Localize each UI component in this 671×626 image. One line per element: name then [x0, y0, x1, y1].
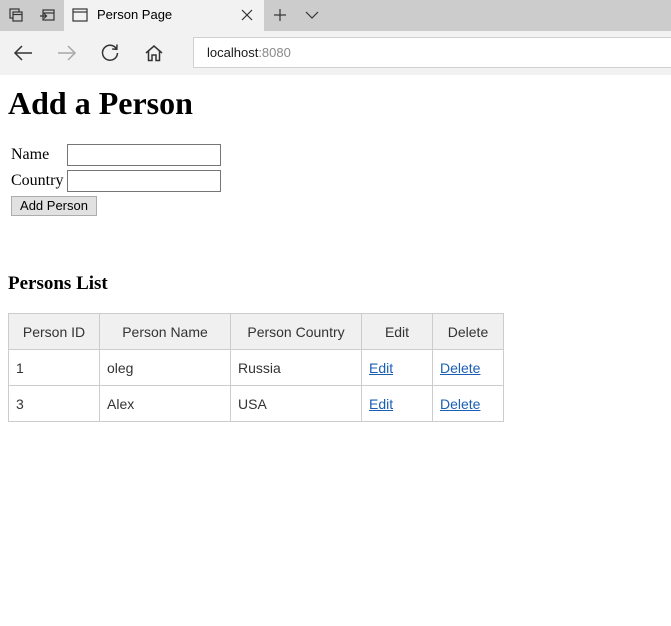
name-input[interactable]: [67, 144, 221, 166]
name-label: Name: [11, 146, 50, 163]
delete-cell: Delete: [432, 385, 504, 422]
address-port: :8080: [258, 45, 291, 60]
persons-table: Person ID Person Name Person Country Edi…: [8, 313, 504, 422]
table-header-row: Person ID Person Name Person Country Edi…: [8, 313, 504, 350]
set-aside-tabs-icon[interactable]: [37, 5, 57, 25]
add-person-button[interactable]: Add Person: [11, 196, 97, 216]
plus-icon[interactable]: [270, 5, 290, 25]
refresh-icon[interactable]: [95, 39, 125, 67]
home-icon[interactable]: [139, 39, 169, 67]
column-header-delete: Delete: [432, 313, 504, 350]
tab-title: Person Page: [97, 7, 173, 22]
close-icon[interactable]: [240, 8, 254, 27]
edit-link[interactable]: Edit: [369, 360, 393, 376]
tab-bar: Person Page: [0, 0, 671, 31]
persons-list-heading: Persons List: [8, 273, 108, 294]
column-header-person-country: Person Country: [230, 313, 362, 350]
person-name-cell: oleg: [99, 349, 231, 386]
tab-manager-icon[interactable]: [6, 5, 26, 25]
column-header-person-id: Person ID: [8, 313, 100, 350]
table-row: 1 oleg Russia Edit Delete: [8, 349, 504, 386]
edit-link[interactable]: Edit: [369, 396, 393, 412]
navigation-bar: localhost:8080: [0, 31, 671, 75]
person-id-cell: 3: [8, 385, 100, 422]
tab-person-page[interactable]: Person Page: [64, 0, 264, 31]
delete-link[interactable]: Delete: [440, 360, 480, 376]
edit-cell: Edit: [361, 349, 433, 386]
chevron-down-icon[interactable]: [302, 5, 322, 25]
person-name-cell: Alex: [99, 385, 231, 422]
delete-cell: Delete: [432, 349, 504, 386]
forward-arrow-icon[interactable]: [52, 39, 82, 67]
page-title: Add a Person: [8, 85, 193, 121]
address-host: localhost: [207, 45, 259, 60]
column-header-person-name: Person Name: [99, 313, 231, 350]
country-label: Country: [11, 172, 64, 189]
column-header-edit: Edit: [361, 313, 433, 350]
country-input[interactable]: [67, 170, 221, 192]
delete-link[interactable]: Delete: [440, 396, 480, 412]
back-arrow-icon[interactable]: [8, 39, 38, 67]
person-country-cell: USA: [230, 385, 362, 422]
person-id-cell: 1: [8, 349, 100, 386]
person-country-cell: Russia: [230, 349, 362, 386]
table-row: 3 Alex USA Edit Delete: [8, 385, 504, 422]
edit-cell: Edit: [361, 385, 433, 422]
address-bar[interactable]: localhost:8080: [193, 37, 671, 68]
page-icon: [72, 8, 88, 27]
page-content: Add a Person Name Country Add Person Per…: [0, 75, 671, 626]
